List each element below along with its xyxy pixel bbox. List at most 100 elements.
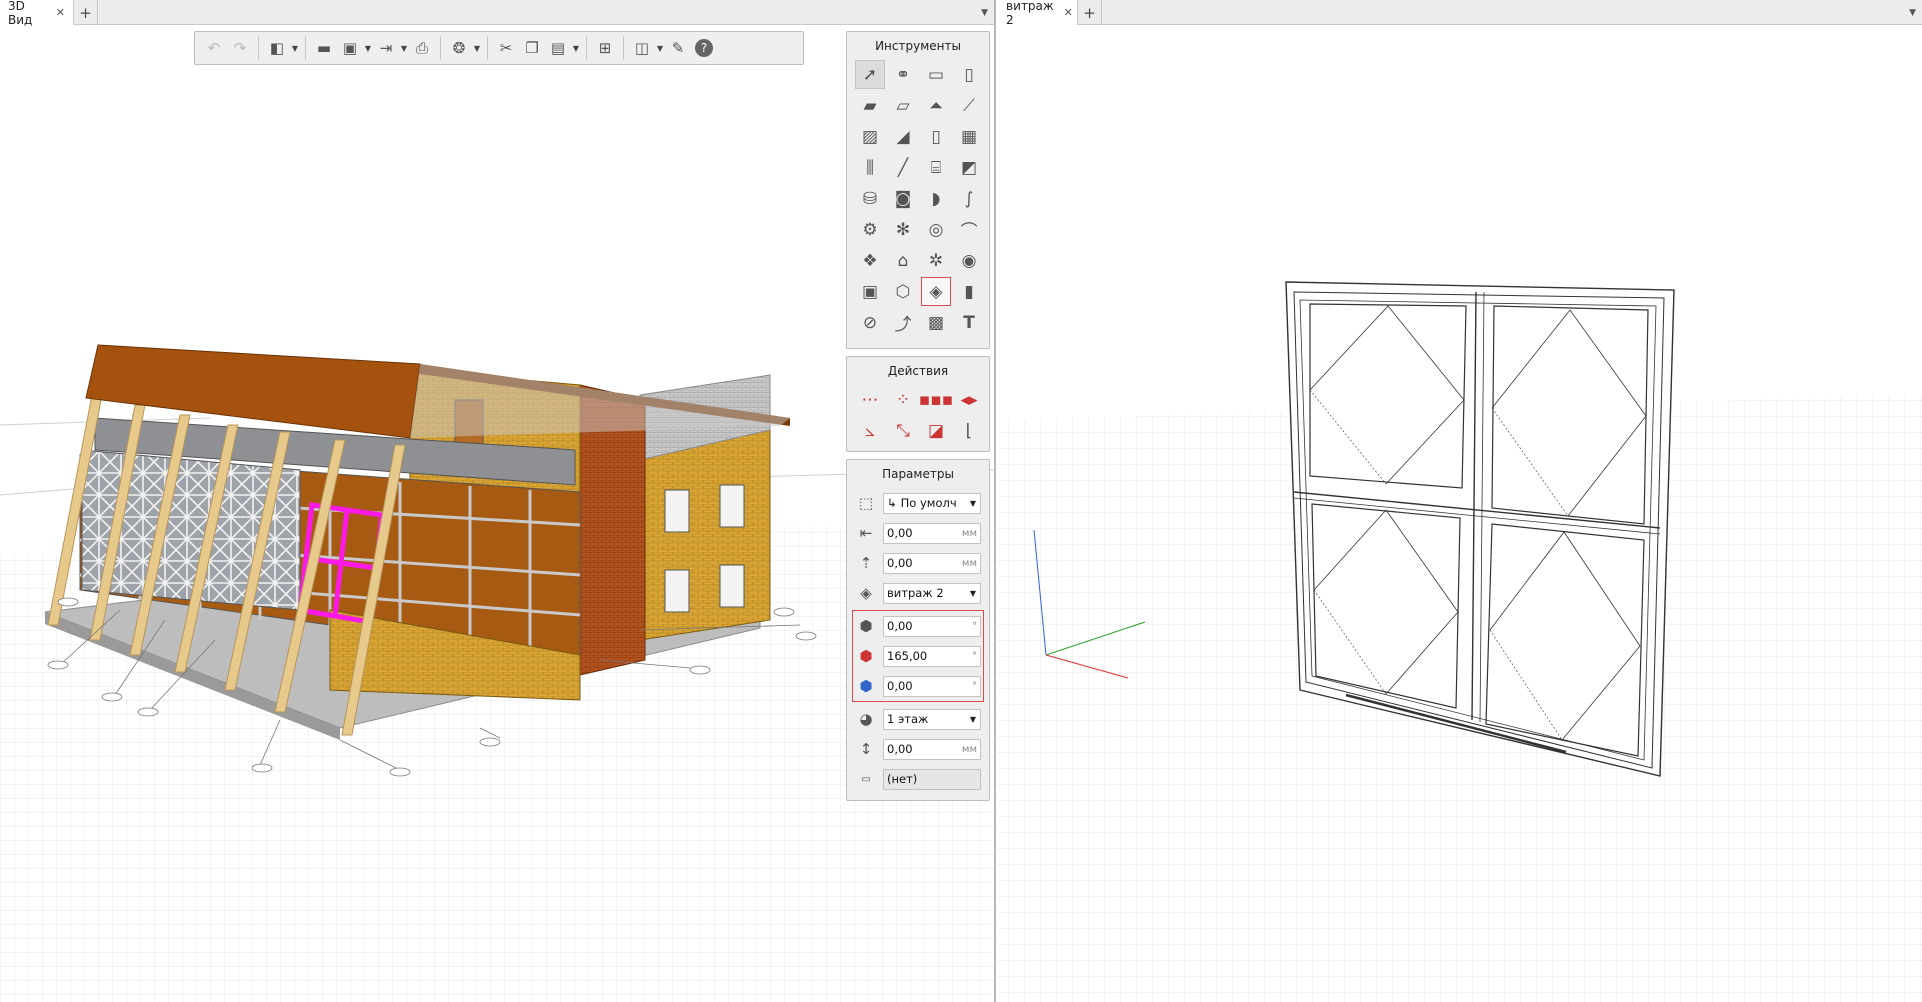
print-icon[interactable]: ⎙ xyxy=(409,35,435,61)
parameters-panel: Параметры ⬚ ↳ По умолч ⇤ 0,00 мм ⇡ 0,00 xyxy=(846,459,990,801)
elevation-icon: ↕ xyxy=(859,740,873,758)
truss-tool-icon[interactable]: ⫼ xyxy=(855,153,885,182)
profile-tool-icon[interactable]: ◩ xyxy=(954,153,984,182)
curtain-wall-scene[interactable] xyxy=(998,26,1922,1002)
chevron-down-icon[interactable]: ▼ xyxy=(399,35,409,61)
add-tab-button[interactable]: + xyxy=(74,0,98,25)
chevron-down-icon[interactable]: ▼ xyxy=(571,35,581,61)
hatch-tool-icon[interactable]: ▩ xyxy=(921,308,951,337)
unit-degree: ° xyxy=(972,680,977,692)
fitting-tool-icon[interactable]: ⌒ xyxy=(954,215,984,244)
stairs-tool-icon[interactable]: ⌸ xyxy=(921,153,951,182)
actions-panel: Действия ⋯ ⁘ ▪▪▪ ◂▸ ⦣ ⤡ ◪ ⌊ xyxy=(846,356,990,452)
chevron-down-icon[interactable]: ▼ xyxy=(472,35,482,61)
mirror-action-icon[interactable]: ◂▸ xyxy=(954,385,984,414)
move-action-icon[interactable]: ⋯ xyxy=(855,385,885,414)
elevation-field[interactable]: 0,00 мм xyxy=(883,738,981,760)
elevation-value: 0,00 xyxy=(887,742,913,756)
preview-viewport[interactable] xyxy=(998,26,1922,1002)
chevron-down-icon[interactable]: ▼ xyxy=(363,35,373,61)
hierarchy-icon[interactable]: ⊞ xyxy=(592,35,618,61)
offset-z-icon: ⇡ xyxy=(859,554,873,572)
roof-tool-icon[interactable]: ⏶ xyxy=(921,91,951,120)
rotate-action-icon[interactable]: ⦣ xyxy=(855,416,885,445)
appliance-tool-icon[interactable]: ◙ xyxy=(888,184,918,213)
panel-tool-icon[interactable]: ▭ xyxy=(921,60,951,89)
rot-x-field[interactable]: 0,00 ° xyxy=(883,615,981,637)
offset-x-value: 0,00 xyxy=(887,526,913,540)
paste-icon[interactable]: ▤ xyxy=(545,35,571,61)
tab-label: витраж 2 xyxy=(1006,0,1054,27)
undo-icon[interactable]: ↶ xyxy=(201,35,227,61)
duct-tool-icon[interactable]: ∫ xyxy=(954,184,984,213)
beam-tool-icon[interactable]: ▱ xyxy=(888,91,918,120)
light-tool-icon[interactable]: ◎ xyxy=(921,215,951,244)
slab-tool-icon[interactable]: ▰ xyxy=(855,91,885,120)
split-action-icon[interactable]: ◪ xyxy=(921,416,951,445)
window-grid-tool-icon[interactable]: ▦ xyxy=(954,122,984,151)
fan-tool-icon[interactable]: ✻ xyxy=(888,215,918,244)
sprinkler-tool-icon[interactable]: ❖ xyxy=(855,246,885,275)
wrench-icon[interactable]: ✎ xyxy=(665,35,691,61)
align-action-icon[interactable]: ⌊ xyxy=(954,416,984,445)
pipe-tool-icon[interactable]: ⟋ xyxy=(954,91,984,120)
line-tool-icon[interactable]: ╱ xyxy=(888,153,918,182)
render-icon[interactable]: ❂ xyxy=(446,35,472,61)
tab-menu-chevron-icon[interactable]: ▼ xyxy=(1909,0,1916,25)
layers-icon[interactable]: ◫ xyxy=(629,35,655,61)
anchor-select[interactable]: ↳ По умолч xyxy=(883,492,981,514)
tag-field[interactable]: (нет) xyxy=(883,768,981,790)
cut-icon[interactable]: ✂ xyxy=(493,35,519,61)
opening-tool-icon[interactable]: ▮ xyxy=(954,277,984,306)
anchor-row: ⬚ ↳ По умолч xyxy=(847,488,989,518)
meter-tool-icon[interactable]: ◉ xyxy=(954,246,984,275)
scale-action-icon[interactable]: ⤡ xyxy=(888,416,918,445)
equipment-tool-icon[interactable]: ⛁ xyxy=(855,184,885,213)
offset-z-field[interactable]: 0,00 мм xyxy=(883,552,981,574)
level-select[interactable]: 1 этаж xyxy=(883,708,981,730)
tab-label: 3D Вид xyxy=(8,0,33,27)
tab-menu-chevron-icon[interactable]: ▼ xyxy=(981,0,988,25)
close-icon[interactable]: ✕ xyxy=(1064,6,1073,19)
close-icon[interactable]: ✕ xyxy=(56,6,65,19)
array-action-icon[interactable]: ⁘ xyxy=(888,385,918,414)
rot-x-value: 0,00 xyxy=(887,619,913,633)
select-tool-icon[interactable]: ➚ xyxy=(855,60,885,89)
lamp-tool-icon[interactable]: ⌂ xyxy=(888,246,918,275)
view-cube-icon[interactable]: ◧ xyxy=(264,35,290,61)
rot-z-field[interactable]: 0,00 ° xyxy=(883,675,981,697)
export-icon[interactable]: ⇥ xyxy=(373,35,399,61)
socket-tool-icon[interactable]: ✲ xyxy=(921,246,951,275)
actions-grid: ⋯ ⁘ ▪▪▪ ◂▸ ⦣ ⤡ ◪ ⌊ xyxy=(847,385,989,453)
curtain-wall-tool-icon[interactable]: ◈ xyxy=(921,277,951,306)
unit-mm: мм xyxy=(961,557,977,569)
dimension-tool-icon[interactable]: ⊘ xyxy=(855,308,885,337)
redo-icon[interactable]: ↷ xyxy=(227,35,253,61)
tab-curtain-wall[interactable]: витраж 2 ✕ xyxy=(998,0,1078,27)
copy-icon[interactable]: ❐ xyxy=(519,35,545,61)
chevron-down-icon[interactable]: ▼ xyxy=(655,35,665,61)
tab-3d-view[interactable]: 3D Вид ✕ xyxy=(0,0,74,27)
help-icon[interactable]: ? xyxy=(695,39,713,57)
rot-y-field[interactable]: 165,00 ° xyxy=(883,645,981,667)
column-tool-icon[interactable]: ▯ xyxy=(954,60,984,89)
curve-tool-icon[interactable]: ⤴ xyxy=(888,308,918,337)
wall-layer-tool-icon[interactable]: ▨ xyxy=(855,122,885,151)
copy-line-action-icon[interactable]: ▪▪▪ xyxy=(919,385,954,414)
ramp-tool-icon[interactable]: ◢ xyxy=(888,122,918,151)
open-folder-icon[interactable]: ▬ xyxy=(311,35,337,61)
polyhedron-tool-icon[interactable]: ⬡ xyxy=(888,277,918,306)
sanitary-tool-icon[interactable]: ◗ xyxy=(921,184,951,213)
save-icon[interactable]: ▣ xyxy=(337,35,363,61)
label-box-tool-icon[interactable]: ▣ xyxy=(855,277,885,306)
offset-x-field[interactable]: 0,00 мм xyxy=(883,522,981,544)
chevron-down-icon[interactable]: ▼ xyxy=(290,35,300,61)
3d-viewport[interactable] xyxy=(0,26,994,1002)
hvac-tool-icon[interactable]: ⚙ xyxy=(855,215,885,244)
add-tab-button[interactable]: + xyxy=(1078,0,1102,25)
style-select[interactable]: витраж 2 xyxy=(883,582,981,604)
3d-view-pane: 3D Вид ✕ + ▼ ↶ ↷ ◧ ▼ ▬ ▣ ▼ ⇥ ▼ ⎙ ❂ ▼ ✂ ❐… xyxy=(0,0,996,1002)
text-tool-icon[interactable]: T xyxy=(954,308,984,337)
connect-tool-icon[interactable]: ⚭ xyxy=(888,60,918,89)
door-tool-icon[interactable]: ▯ xyxy=(921,122,951,151)
